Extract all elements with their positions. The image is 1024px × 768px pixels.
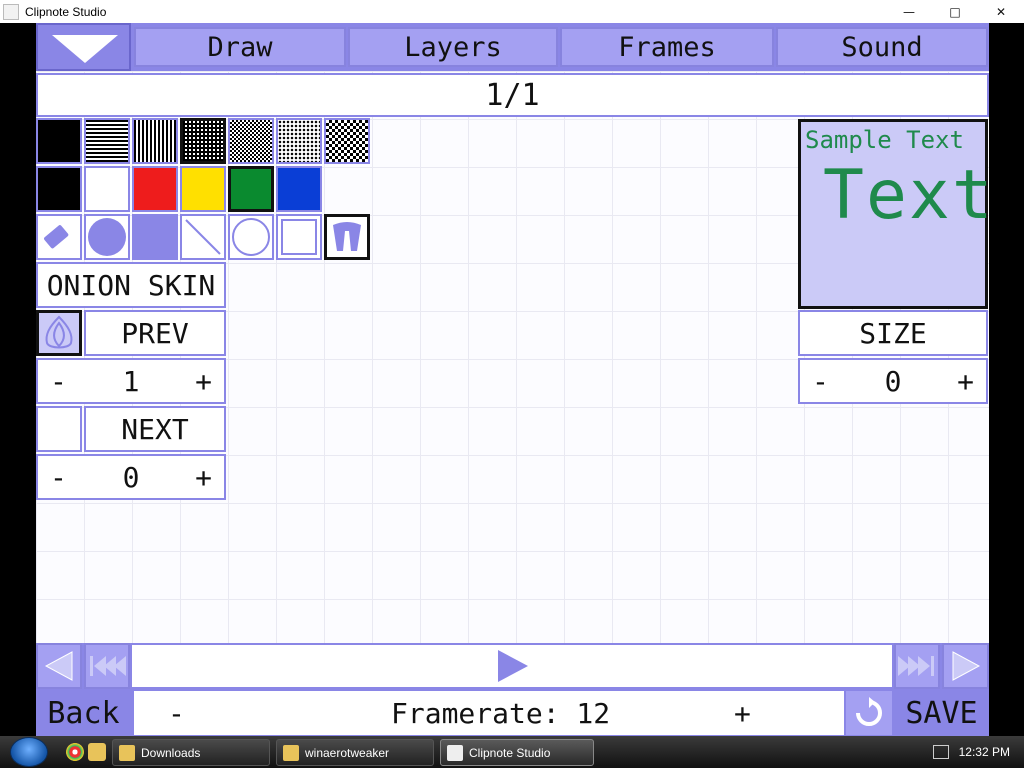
taskbar-item-clipnote-studio[interactable]: Clipnote Studio <box>440 739 594 766</box>
network-icon[interactable] <box>932 745 949 759</box>
last-frame-button[interactable] <box>894 643 940 689</box>
onion-icon <box>45 315 73 349</box>
onion-prev-increment[interactable]: + <box>195 365 212 398</box>
pattern-horizontal-stripes[interactable] <box>84 118 130 164</box>
windows-taskbar: Downloads winaerotweaker Clipnote Studio… <box>0 736 1024 768</box>
sample-text-big: Text <box>823 156 989 235</box>
color-swatch-yellow[interactable] <box>180 166 226 212</box>
back-button[interactable]: Back <box>36 691 131 735</box>
window-title: Clipnote Studio <box>25 4 107 19</box>
folder-icon <box>119 744 135 761</box>
brush-tool-button[interactable] <box>84 214 130 260</box>
pattern-checker[interactable] <box>228 118 274 164</box>
size-stepper: - 0 + <box>798 358 988 404</box>
pattern-grid[interactable] <box>180 118 226 164</box>
menu-dropdown-button[interactable] <box>36 23 131 71</box>
tab-frames[interactable]: Frames <box>560 27 774 67</box>
minimize-button[interactable]: — <box>886 0 932 23</box>
prev-frame-button[interactable] <box>36 643 82 689</box>
pattern-sparse-checker[interactable] <box>324 118 370 164</box>
taskbar-item-label: winaerotweaker <box>305 745 390 760</box>
rect-tool-button[interactable] <box>276 214 322 260</box>
onion-skin-next-toggle[interactable] <box>36 406 82 452</box>
taskbar-item-downloads[interactable]: Downloads <box>112 739 270 766</box>
onion-next-increment[interactable]: + <box>195 461 212 494</box>
start-button[interactable] <box>10 737 48 767</box>
loop-toggle-button[interactable] <box>846 691 892 735</box>
save-button[interactable]: SAVE <box>894 691 989 735</box>
onion-next-stepper: - 0 + <box>36 454 226 500</box>
framerate-label: Framerate: 12 <box>391 696 611 730</box>
circle-tool-button[interactable] <box>228 214 274 260</box>
folder-icon <box>283 744 299 761</box>
taskbar-item-winaerotweaker[interactable]: winaerotweaker <box>276 739 434 766</box>
next-frame-button[interactable] <box>942 643 989 689</box>
text-tool-button[interactable] <box>324 214 370 260</box>
size-increment[interactable]: + <box>957 365 974 398</box>
onion-prev-stepper: - 1 + <box>36 358 226 404</box>
close-button[interactable]: ✕ <box>978 0 1024 23</box>
line-tool-button[interactable] <box>180 214 226 260</box>
sample-text-small: Sample Text <box>805 126 964 154</box>
pattern-solid[interactable] <box>36 118 82 164</box>
fill-rect-tool-button[interactable] <box>132 214 178 260</box>
size-decrement[interactable]: - <box>812 365 829 398</box>
top-tab-bar: Draw Layers Frames Sound <box>36 23 989 71</box>
onion-prev-decrement[interactable]: - <box>50 365 67 398</box>
text-sample-preview: Sample Text Text <box>798 119 989 309</box>
onion-prev-label: PREV <box>84 310 226 356</box>
rectangle-icon <box>281 219 317 255</box>
brush-icon <box>88 218 126 256</box>
framerate-increment[interactable]: + <box>734 697 751 730</box>
timeline-play-button[interactable] <box>132 645 892 687</box>
clock[interactable]: 12:32 PM <box>959 745 1010 759</box>
color-swatch-black[interactable] <box>36 166 82 212</box>
color-swatch-blue[interactable] <box>276 166 322 212</box>
taskbar-item-label: Clipnote Studio <box>469 745 551 760</box>
arrow-right-icon <box>952 651 980 681</box>
app-icon <box>3 3 19 20</box>
tab-layers[interactable]: Layers <box>348 27 558 67</box>
color-swatch-green[interactable] <box>228 166 274 212</box>
chevron-down-icon <box>52 35 118 63</box>
framerate-control: - Framerate: 12 + <box>134 691 844 735</box>
circle-icon <box>232 218 270 256</box>
onion-skin-title: ONION SKIN <box>36 262 226 308</box>
onion-next-value: 0 <box>122 460 140 494</box>
play-icon <box>498 650 528 682</box>
arrow-left-icon <box>44 651 73 681</box>
tab-sound[interactable]: Sound <box>776 27 988 67</box>
system-tray: 12:32 PM <box>932 736 1024 768</box>
onion-next-label: NEXT <box>84 406 226 452</box>
pattern-vertical-stripes[interactable] <box>132 118 178 164</box>
onion-next-decrement[interactable]: - <box>50 461 67 494</box>
skip-to-start-icon <box>90 656 126 676</box>
loop-icon <box>856 697 882 726</box>
window-title-bar: Clipnote Studio — □ ✕ <box>0 0 1024 23</box>
size-label: SIZE <box>798 310 988 356</box>
first-frame-button[interactable] <box>84 643 130 689</box>
playback-bar <box>36 643 989 689</box>
eraser-icon <box>44 225 69 249</box>
line-icon <box>185 219 221 255</box>
taskbar-item-label: Downloads <box>141 745 201 760</box>
bottom-bar: Back - Framerate: 12 + SAVE <box>36 689 989 736</box>
app-icon <box>447 744 463 761</box>
eraser-tool-button[interactable] <box>36 214 82 260</box>
text-tool-icon <box>333 222 361 251</box>
size-value: 0 <box>884 364 902 398</box>
framerate-decrement[interactable]: - <box>168 697 185 730</box>
color-swatch-white[interactable] <box>84 166 130 212</box>
folder-icon[interactable] <box>88 743 106 761</box>
tab-draw[interactable]: Draw <box>134 27 346 67</box>
pattern-dots[interactable] <box>276 118 322 164</box>
color-swatch-red[interactable] <box>132 166 178 212</box>
onion-prev-value: 1 <box>122 364 140 398</box>
chrome-icon[interactable] <box>66 743 84 761</box>
maximize-button[interactable]: □ <box>932 0 978 23</box>
page-indicator: 1/1 <box>36 73 989 117</box>
app-canvas[interactable]: Draw Layers Frames Sound 1/1 ONION SKIN … <box>36 23 989 736</box>
onion-skin-prev-toggle[interactable] <box>36 310 82 356</box>
skip-to-end-icon <box>898 656 934 676</box>
